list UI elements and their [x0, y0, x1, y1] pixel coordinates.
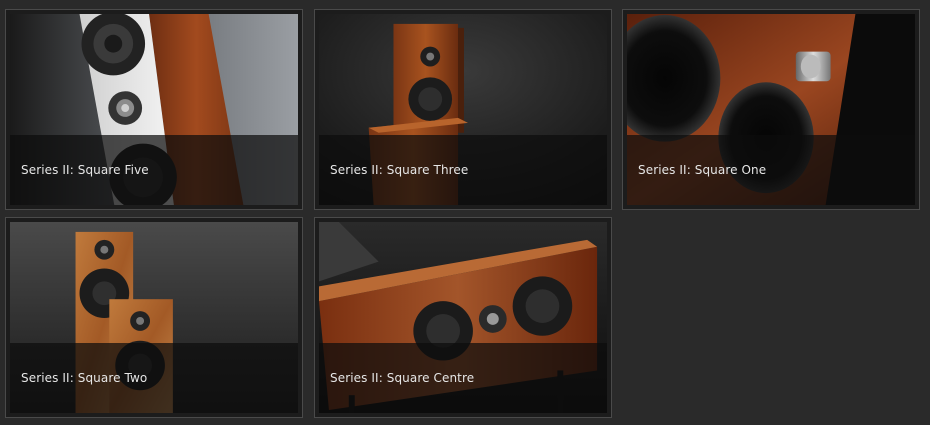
product-title[interactable]: Series II: Square Two [10, 371, 147, 385]
caption-bar: Series II: Square Three [319, 135, 607, 205]
caption-bar: Series II: Square Five [10, 135, 298, 205]
caption-bar: Series II: Square Two [10, 343, 298, 413]
product-title[interactable]: Series II: Square Three [319, 163, 468, 177]
product-photo-square-centre: Series II: Square Centre [319, 222, 607, 413]
product-title[interactable]: Series II: Square Centre [319, 371, 474, 385]
product-title[interactable]: Series II: Square One [627, 163, 766, 177]
product-tile-square-two[interactable]: Series II: Square Two [5, 217, 303, 418]
caption-bar: Series II: Square One [627, 135, 915, 205]
product-gallery: Series II: Square Five Series II: Square… [0, 0, 930, 425]
product-photo-square-two: Series II: Square Two [10, 222, 298, 413]
product-photo-square-one: Series II: Square One [627, 14, 915, 205]
product-tile-square-three[interactable]: Series II: Square Three [314, 9, 612, 210]
product-tile-square-one[interactable]: Series II: Square One [622, 9, 920, 210]
product-title[interactable]: Series II: Square Five [10, 163, 149, 177]
product-photo-square-five: Series II: Square Five [10, 14, 298, 205]
caption-bar: Series II: Square Centre [319, 343, 607, 413]
product-tile-square-centre[interactable]: Series II: Square Centre [314, 217, 612, 418]
product-tile-square-five[interactable]: Series II: Square Five [5, 9, 303, 210]
product-photo-square-three: Series II: Square Three [319, 14, 607, 205]
